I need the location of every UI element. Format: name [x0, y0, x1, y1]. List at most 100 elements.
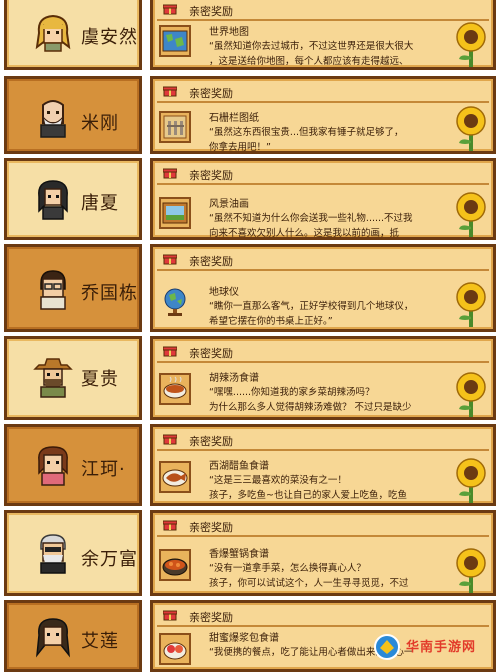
character-tile[interactable]: 艾莲 [4, 600, 142, 672]
reward-header-label: 亲密奖励 [189, 169, 233, 182]
reward-message-line: “瞧你一直那么客气，正好学校得到几个地球仪， [209, 301, 414, 312]
reward-row: 唐夏 亲密奖励 风景油画 “虽然不知道为什么你会送我一些礼物......不过我 … [0, 158, 500, 240]
character-portrait-icon [38, 446, 68, 486]
reward-item-name: 风景油画 [209, 199, 249, 210]
character-portrait-icon [35, 14, 71, 52]
reward-message-line: 希望它摆在你的书桌上正好。” [209, 316, 333, 327]
reward-header: 亲密奖励 [157, 1, 489, 21]
character-portrait-icon [40, 534, 66, 574]
character-portrait-icon [36, 618, 70, 658]
stone-fence-blueprint-icon [163, 115, 187, 139]
gift-icon [163, 86, 177, 97]
reward-item-slot[interactable] [159, 373, 191, 405]
character-name: 艾莲 [81, 631, 119, 652]
character-portrait-icon [38, 180, 68, 220]
character-tile[interactable]: 江珂· [4, 424, 142, 506]
gift-icon [163, 346, 177, 357]
sunflower-icon [456, 458, 486, 503]
reward-row: 余万富 亲密奖励 香爆蟹锅食谱 “没有一道拿手菜，怎么换得真心人？ 孩子，你可以… [0, 510, 500, 596]
reward-panel: 亲密奖励 风景油画 “虽然不知道为什么你会送我一些礼物......不过我 向来不… [150, 158, 496, 240]
reward-item-name: 世界地图 [209, 27, 249, 38]
vinegar-fish-icon [162, 469, 188, 487]
reward-header-label: 亲密奖励 [189, 5, 233, 18]
reward-item-slot[interactable] [159, 461, 191, 493]
reward-header: 亲密奖励 [157, 517, 489, 537]
reward-header-label: 亲密奖励 [189, 435, 233, 448]
watermark-logo-icon [374, 634, 400, 660]
gift-icon [163, 254, 177, 265]
reward-item-name: 甜蜜爆浆包食谱 [209, 633, 279, 644]
character-tile[interactable]: 米刚 [4, 76, 142, 154]
reward-message-line: 孩子，多吃鱼~也让自己的家人爱上吃鱼，吃鱼 [209, 490, 407, 501]
reward-row: 虞安然 亲密奖励 世界地图 “虽然知道你去过城市，不过这世界还是很大很大 ，这是… [0, 0, 500, 70]
sunflower-icon [456, 22, 486, 67]
reward-message-line: “嘿嘿......你知道我的家乡菜胡辣汤吗？ [209, 387, 375, 398]
reward-message-line: 为什么那么多人觉得胡辣汤难做？ 不过只是缺少 [209, 402, 412, 413]
reward-message-line: “这是三三最喜欢的菜没有之一！ [209, 475, 347, 486]
reward-item-name: 石栅栏图纸 [209, 113, 259, 124]
character-name: 夏贵 [81, 369, 119, 390]
reward-header-label: 亲密奖励 [189, 611, 233, 624]
character-name: 江珂· [81, 459, 126, 480]
sweet-bun-icon [163, 642, 187, 660]
reward-item-slot[interactable] [159, 285, 191, 317]
hot-soup-icon [163, 376, 187, 399]
character-portrait-icon [40, 270, 66, 310]
reward-item-name: 西湖醋鱼食谱 [209, 461, 269, 472]
reward-message-line: “虽然不知道为什么你会送我一些礼物......不过我 [209, 213, 413, 224]
reward-message-line: “没有一道拿手菜，怎么换得真心人？ [209, 563, 366, 574]
sunflower-icon [456, 282, 486, 327]
globe-icon [164, 288, 186, 316]
gift-icon [163, 4, 177, 15]
reward-item-slot[interactable] [159, 111, 191, 143]
reward-header-label: 亲密奖励 [189, 255, 233, 268]
reward-item-slot[interactable] [159, 633, 191, 665]
sunflower-icon [456, 106, 486, 151]
reward-item-slot[interactable] [159, 25, 191, 57]
crab-pot-icon [162, 558, 188, 576]
reward-header: 亲密奖励 [157, 431, 489, 451]
gift-icon [163, 610, 177, 621]
reward-panel: 亲密奖励 西湖醋鱼食谱 “这是三三最喜欢的菜没有之一！ 孩子，多吃鱼~也让自己的… [150, 424, 496, 506]
reward-message-line: 向来不喜欢欠别人什么。这是我以前的画，抵 [209, 228, 400, 239]
site-watermark: 华南手游网 [372, 632, 496, 662]
character-name: 米刚 [81, 113, 119, 134]
reward-panel: 亲密奖励 香爆蟹锅食谱 “没有一道拿手菜，怎么换得真心人？ 孩子，你可以试试这个… [150, 510, 496, 596]
reward-panel: 亲密奖励 石栅栏图纸 “虽然这东西很宝贵...但我家有锤子就足够了， 你拿去用吧… [150, 76, 496, 154]
reward-header: 亲密奖励 [157, 165, 489, 185]
landscape-painting-icon [162, 202, 188, 224]
watermark-text: 华南手游网 [406, 640, 477, 655]
character-tile[interactable]: 余万富 [4, 510, 142, 596]
gift-icon [163, 168, 177, 179]
reward-item-name: 地球仪 [209, 287, 239, 298]
gift-icon [163, 434, 177, 445]
reward-header: 亲密奖励 [157, 343, 489, 363]
reward-list: 虞安然 亲密奖励 世界地图 “虽然知道你去过城市，不过这世界还是很大很大 ，这是… [0, 0, 500, 672]
character-portrait-icon [40, 100, 66, 138]
character-name: 余万富 [81, 549, 138, 570]
character-portrait-icon [33, 358, 73, 398]
reward-item-slot[interactable] [159, 197, 191, 229]
sunflower-icon [456, 548, 486, 593]
character-name: 乔国栋 [81, 283, 138, 304]
gift-icon [163, 520, 177, 531]
reward-panel: 亲密奖励 地球仪 “瞧你一直那么客气，正好学校得到几个地球仪， 希望它摆在你的书… [150, 244, 496, 332]
character-tile[interactable]: 乔国栋 [4, 244, 142, 332]
reward-row: 江珂· 亲密奖励 西湖醋鱼食谱 “这是三三最喜欢的菜没有之一！ 孩子，多吃鱼~也… [0, 424, 500, 506]
reward-message-line: “虽然知道你去过城市，不过这世界还是很大很大 [209, 41, 414, 52]
character-name: 唐夏 [81, 193, 119, 214]
reward-message-line: 你拿去用吧！” [209, 142, 271, 153]
reward-header-label: 亲密奖励 [189, 87, 233, 100]
reward-item-name: 香爆蟹锅食谱 [209, 549, 269, 560]
character-tile[interactable]: 虞安然 [4, 0, 142, 70]
reward-header: 亲密奖励 [157, 251, 489, 271]
reward-row: 米刚 亲密奖励 石栅栏图纸 “虽然这东西很宝贵...但我家有锤子就足够了， 你拿… [0, 76, 500, 154]
reward-panel: 亲密奖励 世界地图 “虽然知道你去过城市，不过这世界还是很大很大 ，这是送给你地… [150, 0, 496, 70]
character-tile[interactable]: 唐夏 [4, 158, 142, 240]
reward-header: 亲密奖励 [157, 607, 489, 627]
reward-header-label: 亲密奖励 [189, 521, 233, 534]
reward-panel: 亲密奖励 胡辣汤食谱 “嘿嘿......你知道我的家乡菜胡辣汤吗？ 为什么那么多… [150, 336, 496, 420]
reward-item-slot[interactable] [159, 549, 191, 581]
character-tile[interactable]: 夏贵 [4, 336, 142, 420]
reward-header: 亲密奖励 [157, 83, 489, 103]
